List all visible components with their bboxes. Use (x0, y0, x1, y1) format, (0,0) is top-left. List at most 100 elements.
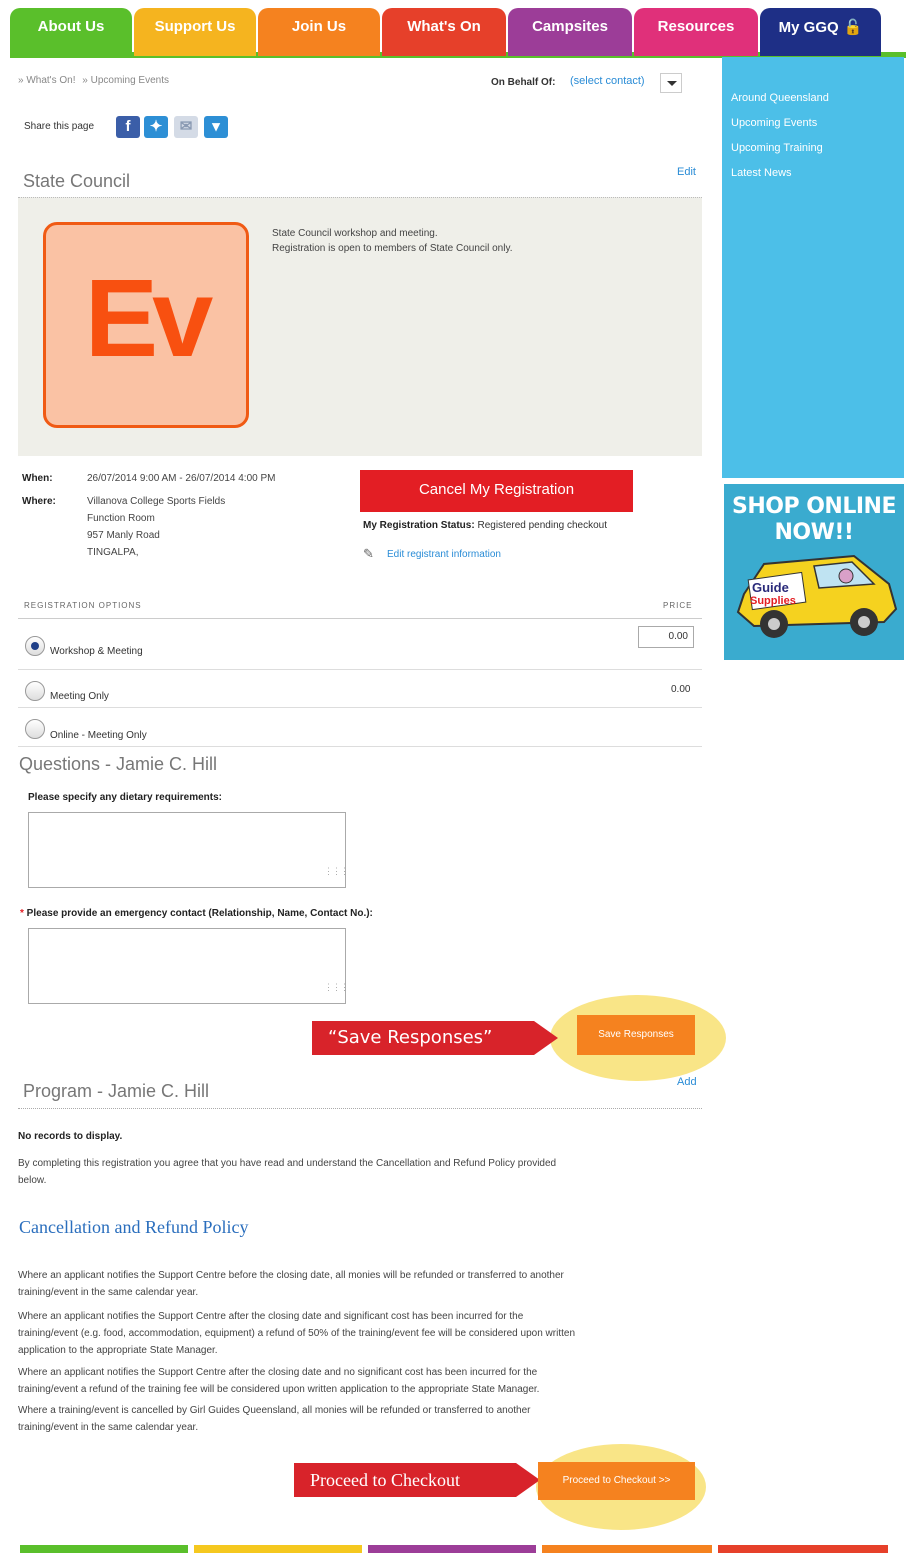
price-input[interactable]: 0.00 (638, 626, 694, 648)
add-program-link[interactable]: Add (677, 1076, 697, 1088)
save-callout: “Save Responses” (312, 1021, 558, 1055)
policy-line: training/event (e.g. food, accommodation… (18, 1328, 576, 1339)
divider (18, 1108, 702, 1109)
edit-registrant-link[interactable]: Edit registrant information (387, 549, 501, 560)
share-label: Share this page (24, 121, 95, 132)
where-line: Function Room (87, 513, 155, 524)
where-line: 957 Manly Road (87, 530, 160, 541)
sidebar-item-upcoming-events[interactable]: Upcoming Events (731, 116, 904, 141)
divider (18, 669, 702, 670)
tab-about-us[interactable]: About Us (10, 8, 132, 56)
event-description-line: State Council workshop and meeting. (272, 228, 438, 239)
footer-bar (718, 1545, 888, 1553)
policy-paragraph-3: Where an applicant notifies the Support … (18, 1364, 708, 1398)
select-contact-link[interactable]: (select contact) (570, 75, 645, 87)
price-header: PRICE (663, 601, 693, 610)
tab-my-ggq[interactable]: My GGQ 🔓 (760, 8, 881, 56)
event-description: State Council workshop and meeting. Regi… (272, 226, 513, 256)
tab-label: Resources (657, 18, 735, 35)
dietary-requirements-field[interactable] (28, 812, 346, 888)
questions-title: Questions - Jamie C. Hill (19, 754, 218, 774)
option-label: Workshop & Meeting (50, 646, 143, 657)
checkout-callout: Proceed to Checkout (294, 1463, 540, 1497)
agreement-line: below. (18, 1175, 47, 1186)
van-text-supplies: Supplies (750, 595, 796, 607)
breadcrumb-whats-on[interactable]: » What's On! (18, 75, 76, 86)
twitter-icon[interactable]: ✦ (144, 116, 168, 138)
tab-label: Join Us (291, 18, 347, 35)
registration-status: My Registration Status: Registered pendi… (363, 520, 607, 531)
tab-campsites[interactable]: Campsites (508, 8, 632, 56)
event-title: State Council (23, 171, 131, 191)
edit-event-link[interactable]: Edit (677, 166, 696, 178)
footer-bar (368, 1545, 536, 1553)
dietary-question-label: Please specify any dietary requirements: (28, 792, 222, 803)
emergency-question-label: * Please provide an emergency contact (R… (20, 908, 373, 919)
when-value: 26/07/2014 9:00 AM - 26/07/2014 4:00 PM (87, 473, 276, 484)
breadcrumb-upcoming-events[interactable]: » Upcoming Events (82, 75, 169, 86)
option-radio-online-meeting-only[interactable] (25, 719, 45, 739)
policy-line: Where an applicant notifies the Support … (18, 1367, 538, 1378)
event-logo-text: Ev (84, 257, 214, 380)
policy-line: application to the appropriate State Man… (18, 1345, 218, 1356)
where-line: TINGALPA, (87, 547, 139, 558)
more-share-icon[interactable]: ▾ (204, 116, 228, 138)
policy-paragraph-2: Where an applicant notifies the Support … (18, 1308, 708, 1359)
divider (18, 707, 702, 708)
policy-title: Cancellation and Refund Policy (19, 1217, 249, 1237)
breadcrumb: » What's On! » Upcoming Events (18, 75, 173, 86)
top-nav: About Us Support Us Join Us What's On Ca… (0, 0, 911, 58)
footer-bar (542, 1545, 712, 1553)
no-records-text: No records to display. (18, 1131, 123, 1142)
tab-label: Support Us (154, 18, 236, 35)
options-header: REGISTRATION OPTIONS (24, 601, 142, 610)
resize-grip-icon[interactable]: ⋮⋮⋮ (324, 982, 349, 993)
cancel-registration-button[interactable]: Cancel My Registration (360, 470, 633, 512)
where-value: Villanova College Sports Fields Function… (87, 493, 225, 561)
option-radio-workshop-meeting[interactable] (25, 636, 45, 656)
email-icon[interactable]: ✉ (174, 116, 198, 138)
option-label: Online - Meeting Only (50, 730, 147, 741)
sidebar-item-latest-news[interactable]: Latest News (731, 166, 904, 191)
program-title: Program - Jamie C. Hill (23, 1081, 210, 1101)
resize-grip-icon[interactable]: ⋮⋮⋮ (324, 866, 349, 877)
tab-label: My GGQ (778, 19, 839, 36)
emergency-contact-field[interactable] (28, 928, 346, 1004)
option-radio-meeting-only[interactable] (25, 681, 45, 701)
policy-line: training/event in the same calendar year… (18, 1422, 199, 1433)
policy-line: training/event in the same calendar year… (18, 1287, 199, 1298)
contact-dropdown[interactable] (660, 73, 682, 93)
event-description-line: Registration is open to members of State… (272, 243, 513, 254)
policy-line: Where an applicant notifies the Support … (18, 1311, 524, 1322)
tab-whats-on[interactable]: What's On (382, 8, 506, 56)
footer-bar (20, 1545, 188, 1553)
policy-line: Where a training/event is cancelled by G… (18, 1405, 531, 1416)
agreement-text: By completing this registration you agre… (18, 1155, 708, 1189)
when-label: When: (22, 473, 53, 484)
sidebar: Around Queensland Upcoming Events Upcomi… (722, 57, 904, 478)
agreement-line: By completing this registration you agre… (18, 1158, 557, 1169)
proceed-to-checkout-button[interactable]: Proceed to Checkout >> (538, 1462, 695, 1500)
sidebar-item-upcoming-training[interactable]: Upcoming Training (731, 141, 904, 166)
tab-join-us[interactable]: Join Us (258, 8, 380, 56)
guide-supplies-van-icon: Guide Supplies (736, 554, 898, 638)
lock-icon: 🔓 (843, 19, 863, 36)
behalf-label: On Behalf Of: (491, 77, 556, 88)
tab-resources[interactable]: Resources (634, 8, 758, 56)
policy-paragraph-1: Where an applicant notifies the Support … (18, 1267, 708, 1301)
where-label: Where: (22, 496, 56, 507)
option-price: 0.00 (671, 684, 691, 695)
save-responses-button[interactable]: Save Responses (577, 1015, 695, 1055)
status-value: Registered pending checkout (477, 520, 607, 531)
van-text-guide: Guide (752, 580, 789, 595)
status-label: My Registration Status: (363, 520, 475, 531)
policy-paragraph-4: Where a training/event is cancelled by G… (18, 1402, 708, 1436)
emergency-question-text: Please provide an emergency contact (Rel… (23, 908, 373, 919)
where-line: Villanova College Sports Fields (87, 496, 226, 507)
tab-support-us[interactable]: Support Us (134, 8, 256, 56)
sidebar-item-around-queensland[interactable]: Around Queensland (731, 91, 904, 116)
facebook-icon[interactable]: f (116, 116, 140, 138)
tab-label: About Us (37, 18, 105, 35)
policy-line: training/event a refund of the training … (18, 1384, 540, 1395)
shop-online-banner[interactable]: SHOP ONLINE NOW!! Guide Supplies (724, 484, 904, 660)
